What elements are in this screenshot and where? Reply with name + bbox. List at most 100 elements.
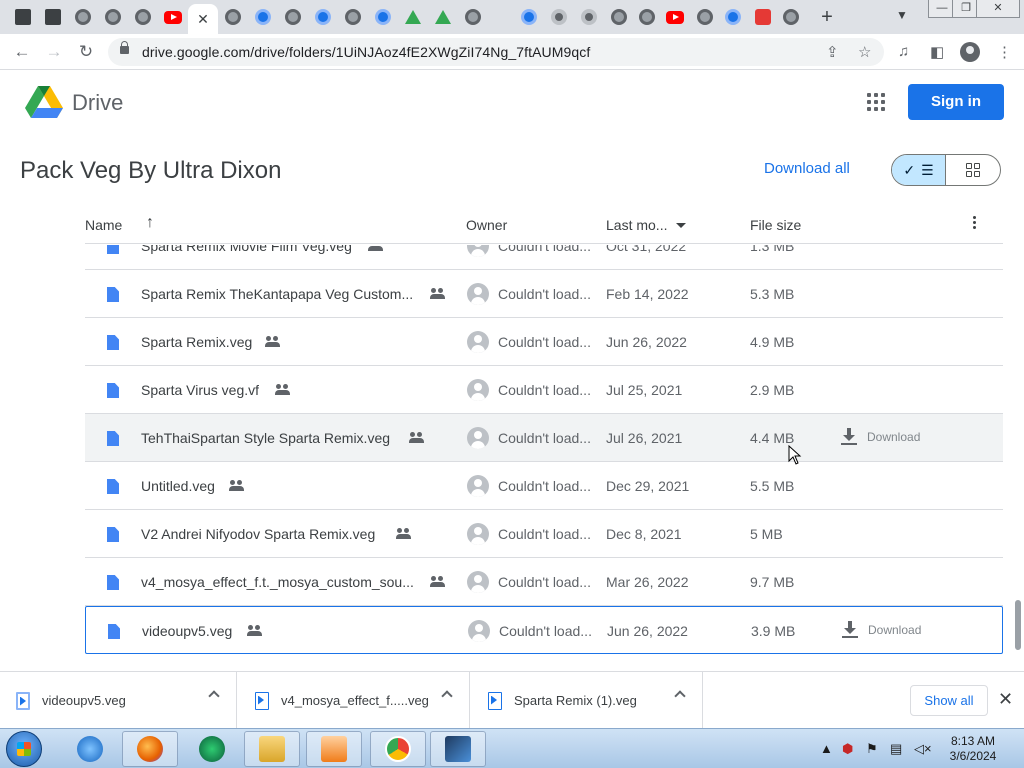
row-download-button[interactable]: Download [842, 621, 921, 638]
tab-archive-1[interactable] [8, 4, 38, 30]
tab-edge-4[interactable] [514, 4, 544, 30]
browser-menu-icon[interactable]: ⋮ [997, 43, 1012, 61]
tab-youtube-2[interactable] [660, 4, 690, 30]
download-item[interactable]: Sparta Remix (1).veg [470, 672, 703, 729]
tab-globe-11[interactable] [776, 4, 806, 30]
column-header-name[interactable]: Name [85, 217, 122, 233]
address-bar[interactable]: drive.google.com/drive/folders/1UiNJAoz4… [108, 38, 884, 66]
download-item[interactable]: v4_mosya_effect_f.....veg [237, 672, 470, 729]
bookmark-star-icon[interactable]: ☆ [858, 43, 871, 61]
tab-edge-5[interactable] [718, 4, 748, 30]
tab-globe-6[interactable] [338, 4, 368, 30]
owner-avatar [467, 427, 489, 449]
file-name[interactable]: videoupv5.veg [142, 623, 232, 639]
tab-globe-8[interactable] [604, 4, 634, 30]
share-icon[interactable]: ⇪ [826, 43, 839, 61]
window-close-button[interactable]: ✕ [976, 0, 1020, 18]
start-button[interactable] [6, 731, 42, 767]
grid-view-button[interactable] [946, 155, 1000, 185]
profile-avatar-icon[interactable] [960, 42, 980, 62]
file-modified-date: Dec 29, 2021 [606, 478, 690, 494]
file-size: 9.7 MB [750, 574, 795, 590]
tray-expand-icon[interactable]: ▲ [820, 741, 833, 756]
tab-active[interactable]: ✕ [188, 4, 218, 34]
tab-close-icon[interactable]: ✕ [197, 11, 209, 28]
taskbar-media-player[interactable] [306, 731, 362, 767]
tab-globe-5[interactable] [278, 4, 308, 30]
file-name[interactable]: Sparta Remix Movie Film Veg.veg [141, 245, 352, 254]
tab-edge-1[interactable] [248, 4, 278, 30]
download-item[interactable]: videoupv5.veg [0, 672, 237, 729]
file-row[interactable]: Sparta Remix TheKantapapa Veg Custom... … [85, 270, 1003, 318]
more-options-icon[interactable] [973, 216, 977, 229]
taskbar-firefox[interactable] [122, 731, 178, 767]
file-name[interactable]: Sparta Remix TheKantapapa Veg Custom... [141, 286, 413, 302]
tab-archive-2[interactable] [38, 4, 68, 30]
list-view-button[interactable]: ✓ ☰ [892, 155, 946, 185]
taskbar-file-explorer[interactable] [244, 731, 300, 767]
file-name[interactable]: Sparta Virus veg.vf [141, 382, 259, 398]
page-scrollbar[interactable] [1015, 600, 1021, 650]
side-panel-icon[interactable]: ◧ [930, 43, 944, 61]
file-row[interactable]: Untitled.veg Couldn't load... Dec 29, 20… [85, 462, 1003, 510]
file-name[interactable]: Untitled.veg [141, 478, 215, 494]
media-control-icon[interactable]: ♫ [898, 43, 909, 60]
tab-download-site[interactable] [748, 4, 778, 30]
column-header-last-modified[interactable]: Last mo... [606, 217, 667, 233]
file-name[interactable]: TehThaiSpartan Style Sparta Remix.veg [141, 430, 390, 446]
tab-globe-9[interactable] [632, 4, 662, 30]
sign-in-button[interactable]: Sign in [908, 84, 1004, 120]
tab-globe-1[interactable] [68, 4, 98, 30]
file-row-selected[interactable]: videoupv5.veg Couldn't load... Jun 26, 2… [85, 606, 1003, 654]
file-name[interactable]: V2 Andrei Nifyodov Sparta Remix.veg [141, 526, 375, 542]
network-icon[interactable]: ▤ [890, 741, 902, 757]
tab-globe-7[interactable] [458, 4, 488, 30]
file-row[interactable]: Sparta Remix.veg Couldn't load... Jun 26… [85, 318, 1003, 366]
tab-edge-3[interactable] [368, 4, 398, 30]
tab-youtube-1[interactable] [158, 4, 188, 30]
tab-globe-10[interactable] [690, 4, 720, 30]
reload-button[interactable]: ↻ [75, 41, 97, 63]
forward-button[interactable]: → [43, 41, 65, 63]
google-apps-icon[interactable] [867, 93, 885, 111]
sort-ascending-icon[interactable]: ↑ [146, 214, 154, 232]
show-all-downloads-button[interactable]: Show all [910, 685, 988, 716]
chevron-up-icon[interactable] [674, 690, 686, 702]
tab-chrome-2[interactable] [574, 4, 604, 30]
tab-drive-1[interactable] [398, 4, 428, 30]
volume-muted-icon[interactable]: ◁× [914, 741, 932, 757]
taskbar-chrome[interactable] [370, 731, 426, 767]
lock-icon[interactable] [120, 41, 129, 54]
tab-globe-2[interactable] [98, 4, 128, 30]
taskbar-app[interactable] [184, 731, 240, 767]
close-shelf-icon[interactable]: ✕ [998, 689, 1013, 710]
taskbar-internet-explorer[interactable] [62, 731, 118, 767]
file-row[interactable]: v4_mosya_effect_f.t._mosya_custom_sou...… [85, 558, 1003, 606]
tab-globe-3[interactable] [128, 4, 158, 30]
tab-drive-2[interactable] [428, 4, 458, 30]
tab-globe-4[interactable] [218, 4, 248, 30]
sort-menu-caret-icon[interactable] [676, 223, 686, 228]
new-tab-button[interactable]: + [816, 6, 838, 28]
file-icon [107, 431, 119, 446]
tab-chrome-1[interactable] [544, 4, 574, 30]
row-download-button[interactable]: Download [841, 428, 920, 445]
file-row[interactable]: V2 Andrei Nifyodov Sparta Remix.veg Coul… [85, 510, 1003, 558]
action-center-flag-icon[interactable]: ⚑ [866, 741, 878, 757]
globe-icon [75, 9, 91, 25]
file-row[interactable]: TehThaiSpartan Style Sparta Remix.veg Co… [85, 414, 1003, 462]
file-row[interactable]: Sparta Virus veg.vf Couldn't load... Jul… [85, 366, 1003, 414]
file-row[interactable]: Sparta Remix Movie Film Veg.veg Couldn't… [85, 245, 1003, 270]
file-name[interactable]: Sparta Remix.veg [141, 334, 252, 350]
download-all-button[interactable]: Download all [764, 160, 850, 177]
tab-edge-2[interactable] [308, 4, 338, 30]
chevron-up-icon[interactable] [441, 690, 453, 702]
taskbar-video-editor[interactable] [430, 731, 486, 767]
security-alert-icon[interactable]: ⬢ [842, 741, 853, 757]
back-button[interactable]: ← [11, 41, 33, 63]
file-name[interactable]: v4_mosya_effect_f.t._mosya_custom_sou... [141, 574, 414, 590]
system-clock[interactable]: 8:13 AM 3/6/2024 [938, 734, 1008, 764]
chevron-up-icon[interactable] [208, 690, 220, 702]
tab-search-chevron-icon[interactable]: ▼ [896, 8, 908, 22]
url-text[interactable]: drive.google.com/drive/folders/1UiNJAoz4… [142, 44, 590, 60]
